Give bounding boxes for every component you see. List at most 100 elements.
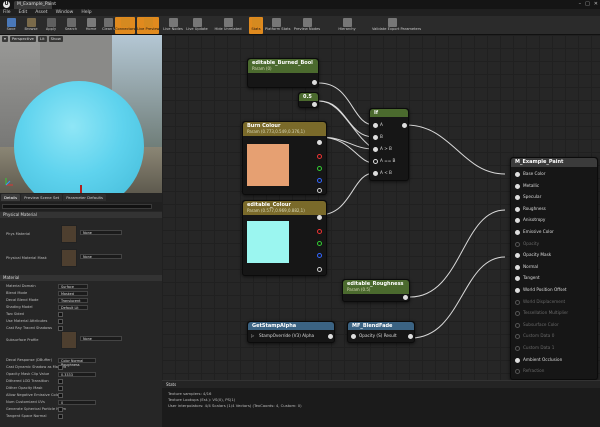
prop-checkbox[interactable] [58,379,63,384]
phys-mask-dropdown[interactable]: None [80,254,122,259]
result-pin-anisotropy-icon[interactable] [515,218,520,224]
toolbar-connectors-button[interactable]: Connectors [115,17,135,34]
editable-colour-rgb-pin[interactable] [317,215,322,220]
prop-dropdown[interactable]: Translucent [58,298,88,303]
if-pin-agtb-icon[interactable] [373,147,378,152]
prop-dropdown[interactable]: Surface [58,284,88,289]
toolbar-preview-nodes-button[interactable]: Preview Nodes [289,17,325,34]
stamp-alpha-input-icon[interactable]: ▷ [251,333,254,339]
prop-dropdown[interactable]: Masked [58,291,88,296]
result-pin-refraction-icon[interactable] [515,369,520,375]
prop-checkbox[interactable] [58,386,63,391]
viewport-lit-button[interactable]: Lit [37,36,47,42]
viewport-perspective-button[interactable]: Perspective [9,36,36,42]
viewport-menu-icon[interactable]: ▾ [2,36,8,42]
editable-colour-b-pin[interactable] [317,253,322,258]
details-search-input[interactable] [2,204,152,209]
blend-fade-input-pin[interactable] [351,334,356,339]
stats-tab[interactable]: Stats [162,381,600,388]
toolbar-live-preview-button[interactable]: Live Preview [137,17,159,34]
result-pin-specular-icon[interactable] [515,195,520,201]
prop-dropdown[interactable]: Default Lit [58,305,88,310]
prop-value-field[interactable]: 0 [58,400,96,405]
menu-edit[interactable]: Edit [19,9,28,16]
viewport-show-button[interactable]: Show [48,36,63,42]
material-graph[interactable]: editable_Burned_Bool Param (0) 0.5 If A … [162,35,600,380]
result-pin-custom-data-0-icon[interactable] [515,334,520,340]
prop-value-field[interactable]: Color Normal Roughness [58,358,96,367]
blend-fade-output-pin[interactable] [408,334,413,339]
section-material[interactable]: Material [0,275,162,281]
node-if[interactable]: If A B A > B A == B A < B [369,108,409,181]
toolbar-browse-button[interactable]: Browse [22,17,40,34]
roughness-output-pin[interactable] [403,295,408,300]
menu-asset[interactable]: Asset [35,9,47,16]
result-pin-normal-icon[interactable] [515,264,520,270]
result-pin-custom-data-1-icon[interactable] [515,346,520,351]
toolbar-platform-stats-button[interactable]: Platform Stats [265,17,290,34]
minimize-icon[interactable]: – [579,1,582,7]
node-editable-burned-bool[interactable]: editable_Burned_Bool Param (0) [247,58,319,88]
result-pin-ambient-occlusion-icon[interactable] [515,357,520,363]
burn-colour-g-pin[interactable] [317,166,322,171]
tab-preview-scene-settings[interactable]: Preview Scene Set [21,194,63,201]
result-pin-base-color-icon[interactable] [515,172,520,177]
result-pin-tessellation-multiplier-icon[interactable] [515,311,520,317]
node-editable-colour[interactable]: editable_Colour Param (0.577,0.969,0.882… [242,200,327,276]
if-pin-altb-icon[interactable] [373,171,378,176]
node-material-result[interactable]: M_Example_Paint Base Color Metallic Specul… [510,157,598,380]
prop-checkbox[interactable] [58,393,63,398]
result-pin-roughness-icon[interactable] [515,206,520,212]
burn-colour-a-pin[interactable] [317,188,322,193]
editable-colour-r-pin[interactable] [317,229,322,234]
result-pin-world-displacement-icon[interactable] [515,299,520,305]
if-pin-a-icon[interactable] [373,123,378,128]
toolbar-hierarchy-button[interactable]: Hierarchy [327,17,367,34]
toolbar-validate-export-parameters-button[interactable]: Validate Export Parameters [372,17,421,34]
editable-colour-a-pin[interactable] [317,267,322,272]
menu-window[interactable]: Window [56,9,74,16]
editable-colour-g-pin[interactable] [317,241,322,246]
node-burn-colour[interactable]: Burn Colour Param (0.773,0.549,0.376,1) [242,121,327,195]
if-output-pin[interactable] [402,123,407,128]
toolbar-apply-button[interactable]: Apply [42,17,60,34]
maximize-icon[interactable]: □ [585,1,590,7]
menu-help[interactable]: Help [81,9,91,16]
subsurface-dropdown[interactable]: None [80,336,122,341]
if-pin-b-icon[interactable] [373,135,378,140]
toolbar-live-nodes-button[interactable]: Live Nodes [162,17,184,34]
prop-checkbox[interactable] [58,414,63,419]
phys-material-dropdown[interactable]: None [80,230,122,235]
burned-bool-output-pin[interactable] [312,80,317,85]
result-pin-world-position-offset-icon[interactable] [515,288,520,293]
burn-colour-rgb-pin[interactable] [317,140,322,145]
tab-parameter-defaults[interactable]: Parameter Defaults [63,194,106,201]
prop-checkbox[interactable] [58,407,63,412]
toolbar-home-button[interactable]: Home [82,17,100,34]
burn-colour-r-pin[interactable] [317,154,322,159]
result-pin-emissive-color-icon[interactable] [515,230,520,235]
node-get-stamp-alpha[interactable]: GetStampAlpha ▷ StampOverride (V3) Alpha [247,321,335,343]
node-constant[interactable]: 0.5 [298,92,319,108]
asset-tab[interactable]: M_Example_Paint [14,1,56,9]
prop-checkbox[interactable] [58,319,63,324]
node-mf-blend-fade[interactable]: MF_BlendFade Opacity (S) Result [347,321,415,343]
burn-colour-b-pin[interactable] [317,178,322,183]
result-pin-metallic-icon[interactable] [515,183,520,189]
prop-checkbox[interactable] [58,312,63,317]
close-icon[interactable]: ✕ [594,1,598,7]
toolbar-live-update-button[interactable]: Live Update [186,17,208,34]
toolbar-search-button[interactable]: Search [62,17,80,34]
result-pin-opacity-mask-icon[interactable] [515,253,520,259]
prop-value-field[interactable]: 0.3333 [58,372,96,377]
constant-output-pin[interactable] [312,102,317,107]
stamp-alpha-output-pin[interactable] [328,334,333,339]
menu-file[interactable]: File [3,9,11,16]
result-pin-opacity-icon[interactable] [515,241,520,247]
result-pin-tangent-icon[interactable] [515,276,520,282]
preview-viewport[interactable]: ▾ Perspective Lit Show [0,35,162,193]
node-editable-roughness[interactable]: editable_Roughness Param (0.5) [342,279,410,302]
prop-checkbox[interactable] [58,365,63,370]
toolbar-clean-up-button[interactable]: Clean Up [102,17,118,34]
toolbar-hide-unrelated-button[interactable]: Hide Unrelated [210,17,246,34]
